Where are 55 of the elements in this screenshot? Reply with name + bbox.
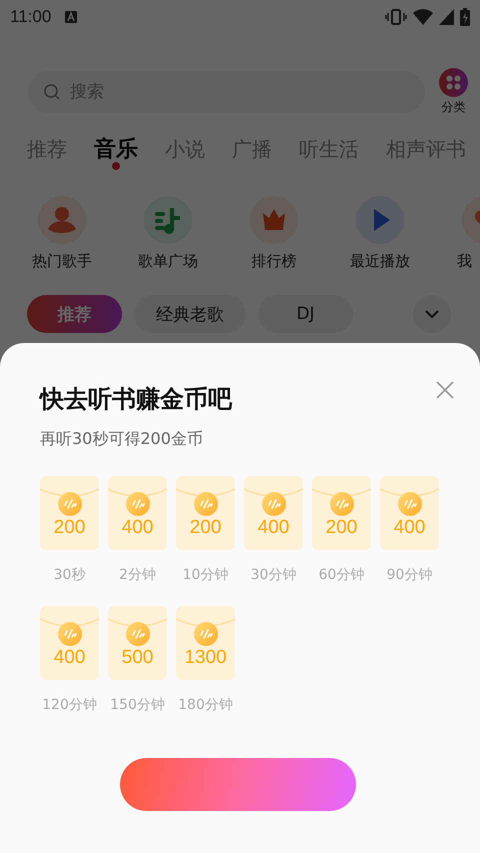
coin-icon — [126, 622, 150, 646]
coin-amount: 500 — [122, 647, 154, 669]
shortcut-label[interactable]: 歌单广场 — [138, 252, 198, 271]
shortcut-label[interactable]: 最近播放 — [350, 252, 410, 271]
playlist-icon[interactable] — [144, 196, 192, 244]
listen-time: 30秒 — [54, 566, 86, 584]
coin-icon — [58, 622, 82, 646]
listen-time: 180分钟 — [178, 696, 233, 714]
coin-amount: 400 — [258, 517, 290, 539]
chevron-down-icon — [425, 310, 439, 318]
tab[interactable]: 音乐 — [94, 130, 138, 168]
coin-icon — [126, 492, 150, 516]
listen-time: 150分钟 — [110, 696, 165, 714]
coin-icon — [262, 492, 286, 516]
action-button[interactable] — [120, 758, 356, 811]
signal-icon — [439, 9, 454, 25]
coin-amount: 400 — [122, 517, 154, 539]
shortcut-label[interactable]: 热门歌手 — [32, 252, 92, 271]
coin-icon — [194, 492, 218, 516]
coin-amount: 200 — [190, 517, 222, 539]
category-label: 分类 — [442, 99, 466, 116]
listen-time: 120分钟 — [42, 696, 97, 714]
battery-icon — [460, 8, 470, 26]
filter-chip[interactable]: 推荐 — [27, 295, 122, 333]
filter-chip[interactable]: 经典老歌 — [134, 295, 246, 333]
filter-chip[interactable]: DJ — [258, 295, 353, 333]
coin-icon — [58, 492, 82, 516]
notification-icon — [65, 11, 78, 23]
coin-amount: 200 — [54, 517, 86, 539]
search-icon — [44, 84, 60, 100]
coin-amount: 200 — [326, 517, 358, 539]
sheet-subtitle: 再听30秒可得200金币 — [40, 429, 204, 450]
status-time: 11:00 — [10, 7, 52, 27]
category-icon[interactable] — [439, 68, 468, 97]
listen-time: 30分钟 — [250, 566, 296, 584]
play-icon[interactable] — [356, 196, 404, 244]
coin-amount: 1300 — [184, 647, 227, 669]
coin-icon — [330, 492, 354, 516]
crown-icon[interactable] — [250, 196, 298, 244]
wifi-icon — [413, 9, 433, 25]
coin-amount: 400 — [54, 647, 86, 669]
sheet-title: 快去听书赚金币吧 — [40, 384, 234, 415]
shortcut-label[interactable]: 我 — [457, 252, 472, 271]
expand-button[interactable] — [413, 295, 451, 333]
listen-time: 2分钟 — [119, 566, 156, 584]
listen-time: 90分钟 — [386, 566, 432, 584]
listen-time: 60分钟 — [318, 566, 364, 584]
close-icon[interactable] — [436, 381, 454, 399]
coin-icon — [194, 622, 218, 646]
shortcut-label[interactable]: 排行榜 — [252, 252, 296, 271]
coin-icon — [398, 492, 422, 516]
vibrate-icon — [385, 9, 407, 25]
singer-icon[interactable] — [38, 196, 86, 244]
coin-amount: 400 — [394, 517, 426, 539]
listen-time: 10分钟 — [182, 566, 228, 584]
